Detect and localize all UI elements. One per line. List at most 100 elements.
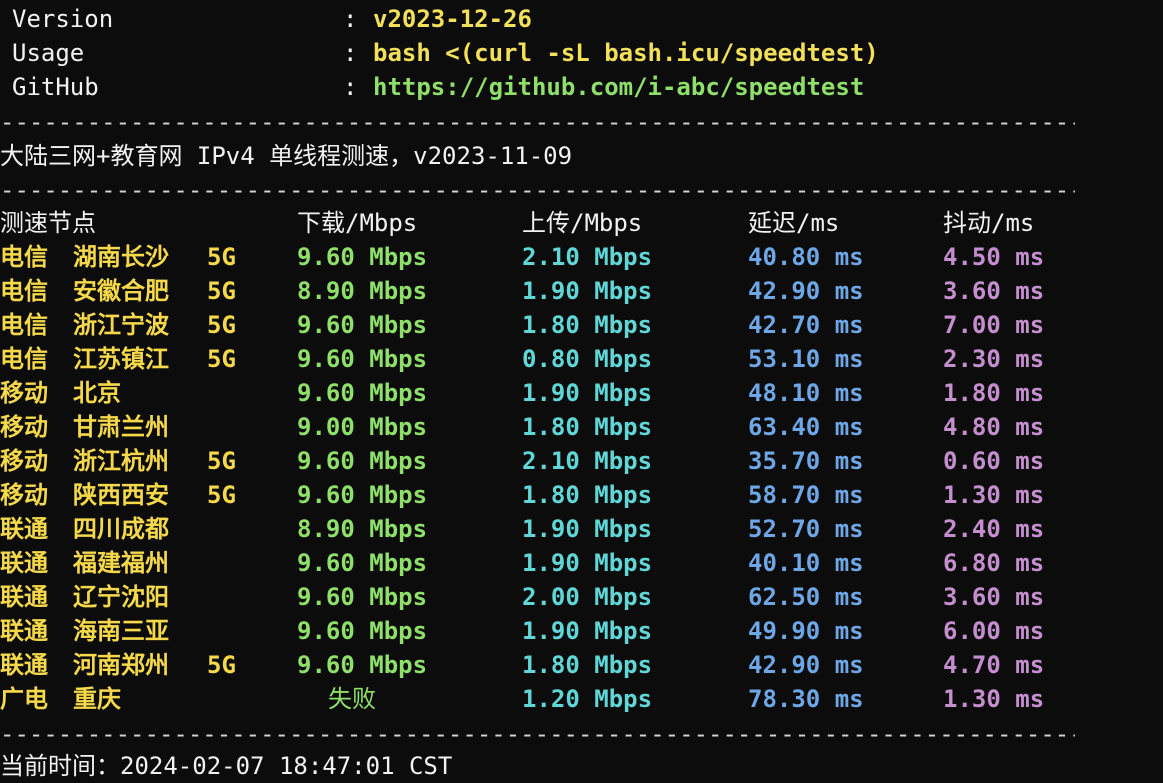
cell-download: 失败 (328, 685, 376, 713)
cell-upload: 1.90 Mbps (522, 277, 653, 305)
cell-download: 9.60 Mbps (297, 345, 428, 373)
cell-city: 江苏镇江 (73, 345, 169, 373)
cell-isp: 广电 (0, 685, 48, 713)
cell-isp: 联通 (0, 617, 48, 645)
cell-download: 9.60 Mbps (297, 549, 428, 577)
cell-latency: 63.40 ms (748, 413, 864, 441)
cell-isp: 电信 (0, 311, 48, 339)
info-key: GitHub (12, 73, 99, 101)
cell-tag: 5G (207, 277, 236, 305)
header-upload: 上传/Mbps (522, 209, 643, 237)
cell-city: 陕西西安 (73, 481, 169, 509)
info-colon: : (343, 39, 358, 67)
cell-jitter: 4.70 ms (943, 651, 1045, 679)
cell-tag: 5G (207, 345, 236, 373)
cell-upload: 1.90 Mbps (522, 549, 653, 577)
cell-download: 9.60 Mbps (297, 651, 428, 679)
cell-download: 9.60 Mbps (297, 583, 428, 611)
cell-isp: 联通 (0, 549, 48, 577)
cell-jitter: 3.60 ms (943, 583, 1045, 611)
cell-city: 四川成都 (73, 515, 169, 543)
cell-upload: 1.80 Mbps (522, 413, 653, 441)
cell-city: 浙江杭州 (73, 447, 169, 475)
cell-jitter: 1.80 ms (943, 379, 1045, 407)
cell-jitter: 4.80 ms (943, 413, 1045, 441)
info-value: https://github.com/i-abc/speedtest (373, 73, 865, 101)
cell-latency: 35.70 ms (748, 447, 864, 475)
cell-latency: 40.80 ms (748, 243, 864, 271)
separator-line: ----------------------------------------… (0, 720, 1075, 748)
cell-latency: 42.70 ms (748, 311, 864, 339)
info-value: v2023-12-26 (373, 5, 532, 33)
header-jitter: 抖动/ms (943, 209, 1035, 237)
cell-latency: 53.10 ms (748, 345, 864, 373)
info-colon: : (343, 5, 358, 33)
cell-download: 9.00 Mbps (297, 413, 428, 441)
cell-download: 9.60 Mbps (297, 481, 428, 509)
cell-jitter: 2.40 ms (943, 515, 1045, 543)
cell-upload: 1.90 Mbps (522, 379, 653, 407)
cell-upload: 2.10 Mbps (522, 447, 653, 475)
cell-upload: 1.90 Mbps (522, 515, 653, 543)
cell-upload: 1.90 Mbps (522, 617, 653, 645)
cell-isp: 移动 (0, 379, 48, 407)
cell-latency: 49.90 ms (748, 617, 864, 645)
cell-latency: 40.10 ms (748, 549, 864, 577)
cell-isp: 移动 (0, 447, 48, 475)
table-header: 测速节点 下载/Mbps 上传/Mbps 延迟/ms 抖动/ms (0, 206, 1034, 240)
cell-isp: 移动 (0, 413, 48, 441)
cell-upload: 2.00 Mbps (522, 583, 653, 611)
cell-tag: 5G (207, 481, 236, 509)
cell-download: 9.60 Mbps (297, 617, 428, 645)
separator-line: ----------------------------------------… (0, 108, 1075, 136)
footer-time: 当前时间：2024-02-07 18:47:01 CST (0, 752, 453, 780)
cell-download: 9.60 Mbps (297, 379, 428, 407)
cell-jitter: 1.30 ms (943, 481, 1045, 509)
cell-city: 浙江宁波 (73, 311, 169, 339)
cell-isp: 联通 (0, 651, 48, 679)
info-line-version: Version : v2023-12-26 (0, 2, 532, 36)
cell-download: 9.60 Mbps (297, 447, 428, 475)
test-title: 大陆三网+教育网 IPv4 单线程测速，v2023-11-09 (0, 142, 573, 170)
cell-upload: 1.80 Mbps (522, 311, 653, 339)
cell-isp: 电信 (0, 345, 48, 373)
cell-city: 湖南长沙 (73, 243, 169, 271)
cell-jitter: 7.00 ms (943, 311, 1045, 339)
header-node: 测速节点 (0, 209, 96, 237)
cell-tag: 5G (207, 311, 236, 339)
cell-latency: 42.90 ms (748, 277, 864, 305)
info-line-github: GitHub : https://github.com/i-abc/speedt… (0, 70, 864, 104)
cell-city: 辽宁沈阳 (73, 583, 169, 611)
cell-city: 海南三亚 (73, 617, 169, 645)
cell-jitter: 6.00 ms (943, 617, 1045, 645)
cell-jitter: 2.30 ms (943, 345, 1045, 373)
cell-isp: 电信 (0, 243, 48, 271)
cell-upload: 2.10 Mbps (522, 243, 653, 271)
cell-city: 北京 (73, 379, 121, 407)
cell-jitter: 3.60 ms (943, 277, 1045, 305)
cell-jitter: 6.80 ms (943, 549, 1045, 577)
cell-isp: 联通 (0, 583, 48, 611)
cell-city: 甘肃兰州 (73, 413, 169, 441)
cell-city: 河南郑州 (73, 651, 169, 679)
cell-city: 安徽合肥 (73, 277, 169, 305)
cell-download: 8.90 Mbps (297, 277, 428, 305)
info-line-usage: Usage : bash <(curl -sL bash.icu/speedte… (0, 36, 879, 70)
cell-latency: 78.30 ms (748, 685, 864, 713)
cell-latency: 48.10 ms (748, 379, 864, 407)
cell-tag: 5G (207, 651, 236, 679)
cell-tag: 5G (207, 447, 236, 475)
info-key: Usage (12, 39, 85, 67)
cell-upload: 0.80 Mbps (522, 345, 653, 373)
cell-upload: 1.80 Mbps (522, 651, 653, 679)
cell-download: 9.60 Mbps (297, 311, 428, 339)
cell-download: 9.60 Mbps (297, 243, 428, 271)
cell-upload: 1.20 Mbps (522, 685, 653, 713)
cell-jitter: 1.30 ms (943, 685, 1045, 713)
cell-latency: 42.90 ms (748, 651, 864, 679)
cell-isp: 电信 (0, 277, 48, 305)
cell-latency: 58.70 ms (748, 481, 864, 509)
header-latency: 延迟/ms (748, 209, 840, 237)
cell-jitter: 4.50 ms (943, 243, 1045, 271)
cell-isp: 移动 (0, 481, 48, 509)
